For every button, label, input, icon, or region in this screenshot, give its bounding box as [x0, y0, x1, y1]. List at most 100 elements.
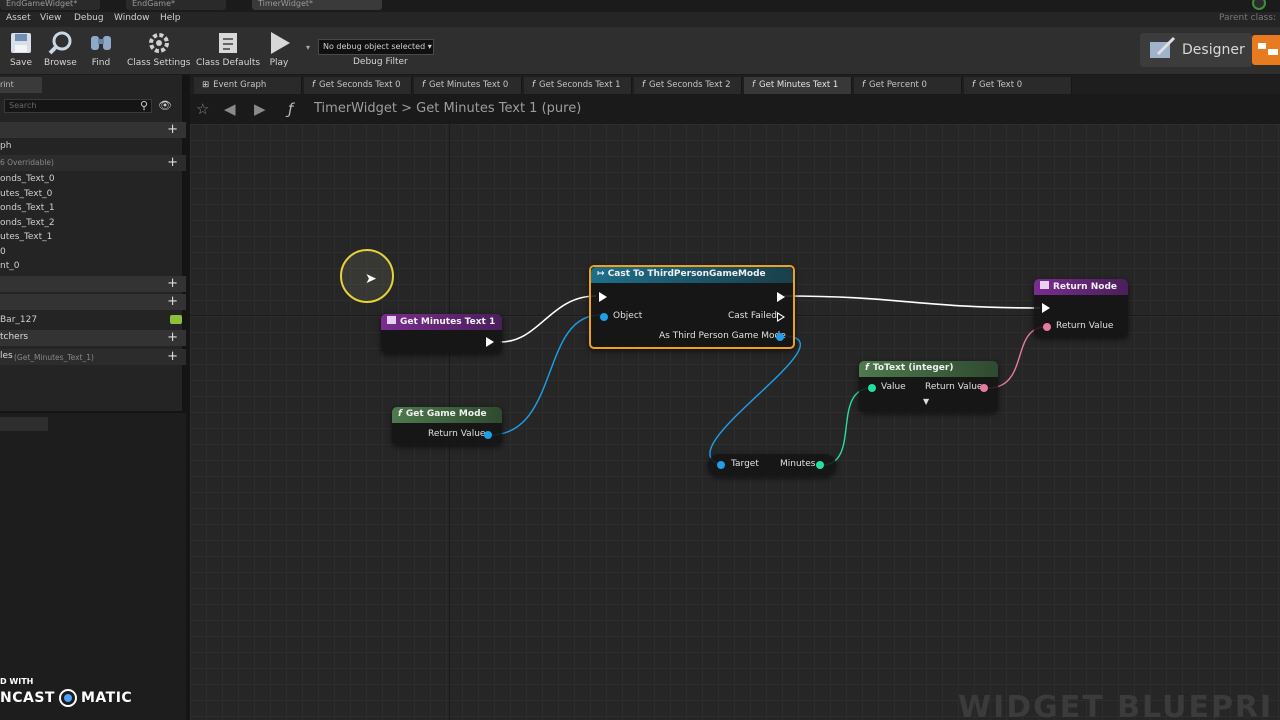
function-item[interactable]: onds_Text_2 — [0, 218, 55, 228]
as-game-mode-pin[interactable] — [776, 333, 784, 341]
panel-tab[interactable]: rint — [0, 77, 42, 93]
forward-arrow-icon[interactable]: ▶ — [254, 100, 266, 118]
function-item[interactable]: onds_Text_1 — [0, 203, 55, 213]
tab-get-seconds-text-0[interactable]: f Get Seconds Text 0 — [304, 77, 412, 94]
value-pin[interactable] — [868, 384, 876, 392]
source-control-icon — [1252, 0, 1266, 10]
section-graphs[interactable]: + — [0, 122, 186, 138]
object-pin-label: Object — [613, 311, 643, 321]
save-button[interactable]: Save — [8, 30, 34, 72]
play-options-chevron-icon[interactable]: ▾ — [306, 43, 310, 52]
tab-label: Get Seconds Text 2 — [649, 80, 731, 90]
save-label: Save — [9, 58, 33, 68]
find-button[interactable]: Find — [88, 30, 114, 72]
function-icon: f — [312, 80, 315, 90]
menu-asset[interactable]: Asset — [6, 13, 31, 23]
doc-tab-timerwidget[interactable]: TimerWidget* — [252, 0, 382, 10]
to-text-node[interactable]: f ToText (integer) Value Return Value ▼ — [859, 361, 998, 412]
back-arrow-icon[interactable]: ◀ — [224, 100, 236, 118]
section-functions[interactable]: 6 Overridable) + — [0, 155, 186, 171]
function-icon: f — [398, 409, 402, 419]
add-function-icon[interactable]: + — [167, 155, 178, 170]
function-item[interactable]: nt_0 — [0, 261, 19, 271]
graph-icon — [1258, 43, 1278, 55]
exec-out-pin[interactable] — [777, 292, 785, 302]
cast-failed-pin[interactable] — [777, 312, 785, 322]
graph-canvas[interactable] — [190, 124, 1280, 720]
checklist-icon — [215, 30, 241, 56]
tab-get-seconds-text-1[interactable]: f Get Seconds Text 1 — [524, 77, 632, 94]
entry-node[interactable]: Get Minutes Text 1 — [381, 314, 502, 353]
exec-out-pin[interactable] — [486, 337, 494, 347]
tab-label: Get Minutes Text 1 — [759, 80, 839, 90]
return-value-label: Return Value — [428, 429, 486, 439]
menu-window[interactable]: Window — [114, 13, 150, 23]
function-icon: f — [972, 80, 975, 90]
return-value-pin[interactable] — [1043, 323, 1051, 331]
function-icon: f — [862, 80, 865, 90]
return-value-pin[interactable] — [484, 431, 492, 439]
return-node-header: Return Node — [1034, 279, 1128, 295]
return-icon — [1040, 281, 1049, 289]
return-node[interactable]: Return Node Return Value — [1034, 279, 1128, 337]
menu-help[interactable]: Help — [160, 13, 181, 23]
section-macros[interactable]: + — [0, 276, 186, 292]
section-event-dispatchers[interactable]: tchers + — [0, 330, 186, 346]
tab-get-minutes-text-1[interactable]: f Get Minutes Text 1 — [744, 77, 852, 94]
variable-item[interactable]: Bar_127 — [0, 315, 37, 325]
section-local-variables[interactable]: les (Get_Minutes_Text_1) + — [0, 349, 186, 365]
menu-view[interactable]: View — [40, 13, 61, 23]
star-icon[interactable]: ☆ — [196, 100, 209, 118]
graph-section-label: ph — [0, 141, 12, 151]
browse-button[interactable]: Browse — [44, 30, 77, 72]
tab-event-graph[interactable]: ⊞ Event Graph — [194, 77, 302, 94]
cast-node[interactable]: ↦ Cast To ThirdPersonGameMode Object Cas… — [589, 265, 795, 349]
tab-get-seconds-text-2[interactable]: f Get Seconds Text 2 — [634, 77, 742, 94]
advanced-chevron-icon[interactable]: ▼ — [923, 397, 929, 406]
search-input[interactable]: Search — [4, 99, 152, 113]
my-blueprint-panel: rint Search ⚲ 👁 + ph 6 Overridable) + on… — [0, 75, 186, 720]
function-item[interactable]: 0 — [0, 247, 6, 257]
details-tab[interactable] — [0, 417, 48, 431]
doc-tab-endgame[interactable]: EndGame* — [126, 0, 226, 10]
minutes-pin[interactable] — [816, 461, 824, 469]
graph-mode-button[interactable] — [1252, 35, 1280, 65]
add-graph-icon[interactable]: + — [167, 122, 178, 137]
add-variable-icon[interactable]: + — [167, 294, 178, 309]
designer-mode-button[interactable]: Designer › — [1140, 33, 1256, 67]
exec-in-pin[interactable] — [1042, 303, 1050, 313]
add-macro-icon[interactable]: + — [167, 276, 178, 291]
to-text-title: ToText (integer) — [872, 363, 954, 373]
eye-icon[interactable]: 👁 — [158, 99, 172, 112]
target-pin[interactable] — [717, 461, 725, 469]
tab-get-minutes-text-0[interactable]: f Get Minutes Text 0 — [414, 77, 522, 94]
save-icon — [8, 30, 34, 56]
add-local-variable-icon[interactable]: + — [167, 349, 178, 364]
exec-in-pin[interactable] — [599, 292, 607, 302]
add-dispatcher-icon[interactable]: + — [167, 330, 178, 345]
get-game-mode-node[interactable]: f Get Game Mode Return Value — [392, 407, 502, 445]
menu-debug[interactable]: Debug — [74, 13, 104, 23]
object-pin[interactable] — [600, 313, 608, 321]
function-item[interactable]: utes_Text_0 — [0, 189, 52, 199]
doc-tab-endgamewidget[interactable]: EndGameWidget* — [0, 0, 100, 10]
breadcrumb-root[interactable]: TimerWidget — [314, 101, 397, 116]
function-icon: f — [642, 80, 645, 90]
section-variables[interactable]: + — [0, 294, 186, 310]
tab-label: Get Minutes Text 0 — [429, 80, 509, 90]
tab-get-text-0[interactable]: f Get Text 0 — [964, 77, 1072, 94]
play-button[interactable]: Play — [266, 30, 292, 72]
class-defaults-button[interactable]: Class Defaults — [196, 30, 260, 72]
minutes-getter-node[interactable]: Target Minutes — [708, 454, 836, 476]
debug-object-dropdown[interactable]: No debug object selected ▾ — [318, 39, 434, 55]
class-settings-button[interactable]: Class Settings — [127, 30, 190, 72]
function-item[interactable]: utes_Text_1 — [0, 232, 52, 242]
entry-node-header: Get Minutes Text 1 — [381, 314, 502, 330]
return-value-pin[interactable] — [980, 384, 988, 392]
graph-tab-strip: ⊞ Event Graph f Get Seconds Text 0 f Get Mi… — [190, 75, 1280, 94]
tab-get-percent-0[interactable]: f Get Percent 0 — [854, 77, 962, 94]
function-entry-icon — [387, 316, 396, 324]
function-item[interactable]: onds_Text_0 — [0, 174, 55, 184]
mouse-cursor-icon: ➤ — [365, 271, 377, 287]
cast-node-header: ↦ Cast To ThirdPersonGameMode — [591, 267, 793, 283]
